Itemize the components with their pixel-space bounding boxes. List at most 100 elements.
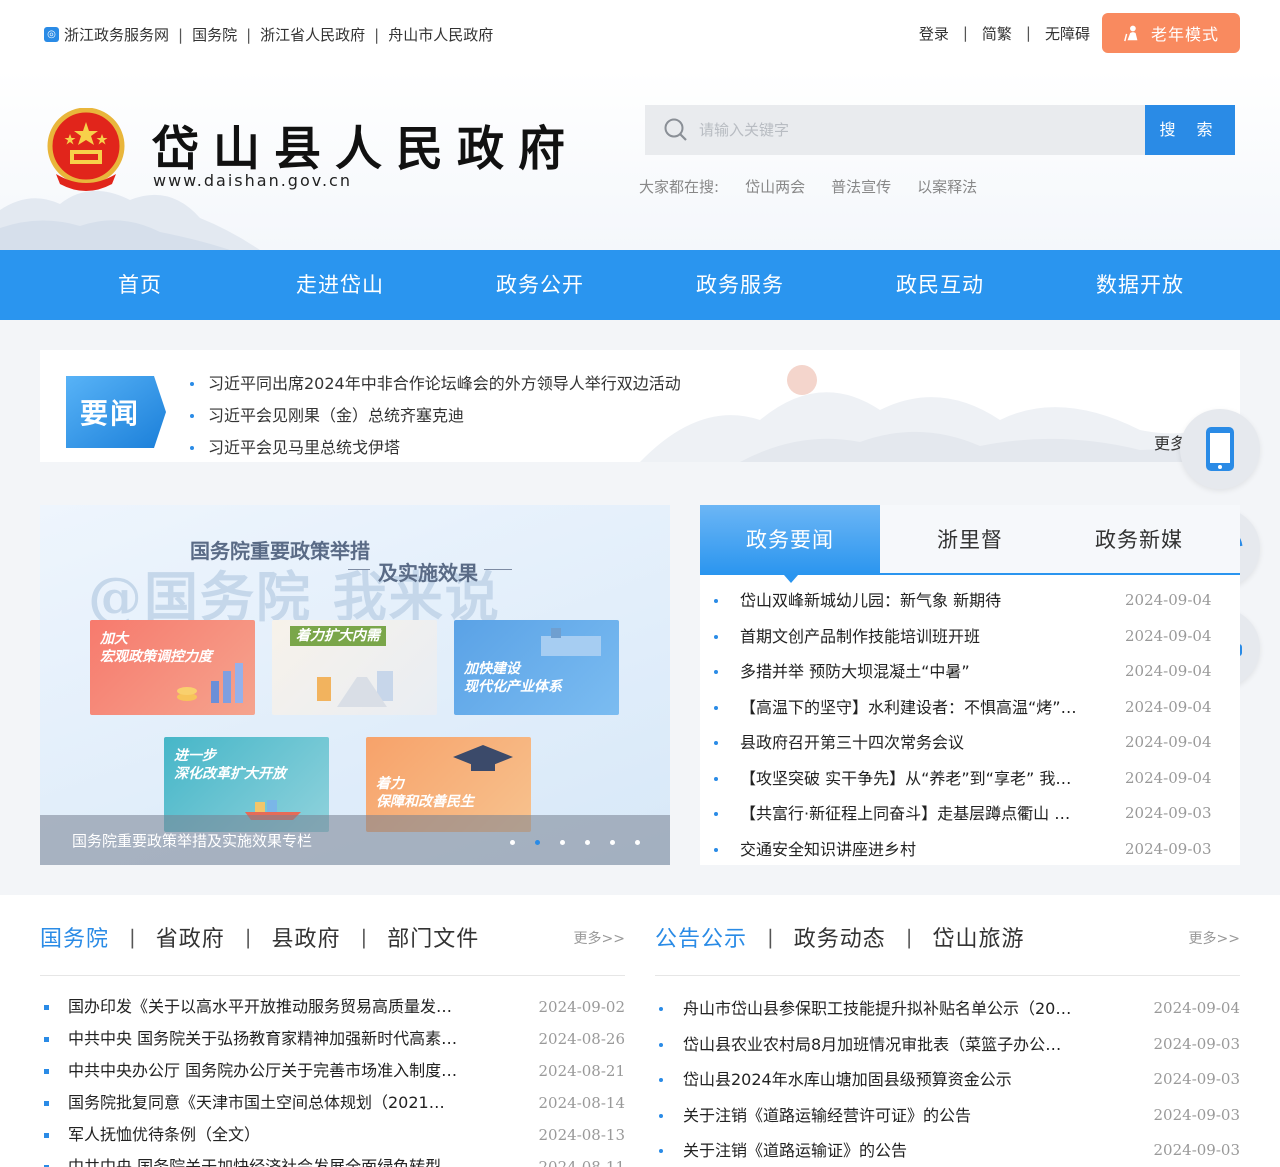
list-item-title[interactable]: 关于注销《道路运输经营许可证》的公告 <box>683 1098 1073 1134</box>
list-item-date: 2024-08-26 <box>538 1030 625 1048</box>
nav-item-interaction[interactable]: 政民互动 <box>840 250 1040 320</box>
divider: | <box>178 25 184 44</box>
list-item-title[interactable]: 【攻坚突破 实干争先】从“养老”到“享老” 我县打造幸福养老新样板 <box>740 761 1080 797</box>
list-item-title[interactable]: 多措并举 预防大坝混凝土“中暑” <box>740 654 1080 690</box>
carousel-dot[interactable] <box>535 840 540 845</box>
poster-card-caption: 着力扩大内需 <box>290 626 386 646</box>
tab-dept-docs[interactable]: 部门文件 <box>387 921 479 953</box>
list-item[interactable]: 军人抚恤优待条例（全文） 2024-08-13 <box>40 1119 625 1151</box>
list-item-title[interactable]: 岱山县2024年水库山塘加固县级预算资金公示 <box>683 1062 1073 1098</box>
top-link-zj[interactable]: 浙江省人民政府 <box>260 24 365 45</box>
search-input[interactable] <box>699 121 1119 139</box>
list-item-title[interactable]: 军人抚恤优待条例（全文） <box>68 1119 458 1151</box>
tab-notices[interactable]: 公告公示 <box>655 921 747 953</box>
list-item-title[interactable]: 关于注销《道路运输证》的公告 <box>683 1133 1073 1167</box>
list-item[interactable]: 多措并举 预防大坝混凝土“中暑” 2024-09-04 <box>714 654 1214 690</box>
divider: | <box>767 925 774 949</box>
zwfw-icon: ◎ <box>44 27 59 42</box>
list-item[interactable]: 中共中央 国务院关于加快经济社会发展全面绿色转型的意见 2024-08-11 <box>40 1151 625 1167</box>
tab-zheli-du[interactable]: 浙里督 <box>937 505 1003 575</box>
tab-province-gov[interactable]: 省政府 <box>156 921 225 953</box>
carousel-dot[interactable] <box>510 840 515 845</box>
tab-gov-dynamics[interactable]: 政务动态 <box>794 921 886 953</box>
mobile-app-button[interactable] <box>1180 409 1260 489</box>
list-item-date: 2024-09-03 <box>1153 1070 1240 1088</box>
list-item-title[interactable]: 【高温下的坚守】水利建设者：不惧高温“烤”验 守护工程质量 <box>740 690 1080 726</box>
list-item[interactable]: 中共中央 国务院关于弘扬教育家精神加强新时代高素质专业化教师队伍建设的意见 202… <box>40 1023 625 1055</box>
list-item[interactable]: 岱山县农业农村局8月加班情况审批表（菜篮子办公室） 2024-09-03 <box>655 1027 1240 1063</box>
nav-item-open-data[interactable]: 数据开放 <box>1040 250 1240 320</box>
headline-item[interactable]: 习近平同出席2024年中非合作论坛峰会的外方领导人举行双边活动 <box>190 368 681 400</box>
carousel-dot[interactable] <box>585 840 590 845</box>
list-item-title[interactable]: 国办印发《关于以高水平开放推动服务贸易高质量发展的意见》 <box>68 991 458 1023</box>
list-item-title[interactable]: 岱山双峰新城幼儿园：新气象 新期待 <box>740 583 1080 619</box>
list-item[interactable]: 交通安全知识讲座进乡村 2024-09-03 <box>714 832 1214 866</box>
divider: | <box>246 25 252 44</box>
nav-item-home[interactable]: 首页 <box>40 250 240 320</box>
image-carousel[interactable]: @国务院 我来说 国务院重要政策举措 及实施效果 加大 宏观政策调控力度 着力扩… <box>40 505 670 865</box>
site-title: 岱山县人民政府 <box>152 122 579 177</box>
headline-item[interactable]: 习近平会见刚果（金）总统齐塞克迪 <box>190 400 681 432</box>
top-link-zs[interactable]: 舟山市人民政府 <box>388 24 493 45</box>
list-item[interactable]: 【共富行·新征程上同奋斗】走基层蹲点衢山 看海岛新变化 2024-09-03 <box>714 796 1214 832</box>
national-emblem-icon[interactable] <box>46 108 126 192</box>
list-item[interactable]: 首期文创产品制作技能培训班开班 2024-09-04 <box>714 619 1214 655</box>
nav-item-gov-service[interactable]: 政务服务 <box>640 250 840 320</box>
yaowen-label: 要闻 <box>80 397 141 430</box>
list-item[interactable]: 国办印发《关于以高水平开放推动服务贸易高质量发展的意见》 2024-09-02 <box>40 991 625 1023</box>
list-item-date: 2024-08-14 <box>538 1094 625 1112</box>
list-item-title[interactable]: 国务院批复同意《天津市国土空间总体规划（2021—2035年）》 <box>68 1087 458 1119</box>
carousel-dot[interactable] <box>610 840 615 845</box>
carousel-dot[interactable] <box>560 840 565 845</box>
list-item[interactable]: 关于注销《道路运输经营许可证》的公告 2024-09-03 <box>655 1098 1240 1134</box>
login-link[interactable]: 登录 <box>919 23 949 44</box>
list-item[interactable]: 岱山双峰新城幼儿园：新气象 新期待 2024-09-04 <box>714 583 1214 619</box>
list-item-title[interactable]: 县政府召开第三十四次常务会议 <box>740 725 1080 761</box>
list-item[interactable]: 岱山县2024年水库山塘加固县级预算资金公示 2024-09-03 <box>655 1062 1240 1098</box>
top-link-zwfw[interactable]: 浙江政务服务网 <box>64 24 169 45</box>
divider: | <box>129 925 136 949</box>
carousel-dot[interactable] <box>635 840 640 845</box>
gov-news-panel: 政务要闻 浙里督 政务新媒 岱山双峰新城幼儿园：新气象 新期待 2024-09-0… <box>700 505 1240 865</box>
accessibility-link[interactable]: 无障碍 <box>1045 23 1090 44</box>
elder-mode-button[interactable]: 老年模式 <box>1102 13 1240 53</box>
list-item-date: 2024-09-04 <box>1125 697 1212 716</box>
list-item[interactable]: 舟山市岱山县参保职工技能提升拟补贴名单公示（2024年第八批） 2024-09-0… <box>655 991 1240 1027</box>
tab-state-council[interactable]: 国务院 <box>40 921 109 953</box>
hot-keyword[interactable]: 普法宣传 <box>831 176 891 197</box>
list-item-title[interactable]: 【共富行·新征程上同奋斗】走基层蹲点衢山 看海岛新变化 <box>740 796 1080 832</box>
tab-gov-news[interactable]: 政务要闻 <box>700 505 880 583</box>
list-item-title[interactable]: 交通安全知识讲座进乡村 <box>740 832 1080 866</box>
notice-more-link[interactable]: 更多>> <box>1189 928 1240 948</box>
policy-list: 国办印发《关于以高水平开放推动服务贸易高质量发展的意见》 2024-09-02 中共… <box>40 991 625 1167</box>
divider: | <box>1025 24 1031 42</box>
tab-new-media[interactable]: 政务新媒 <box>1095 505 1183 575</box>
list-item[interactable]: 国务院批复同意《天津市国土空间总体规划（2021—2035年）》 2024-08-… <box>40 1087 625 1119</box>
list-item[interactable]: 【高温下的坚守】水利建设者：不惧高温“烤”验 守护工程质量 2024-09-04 <box>714 690 1214 726</box>
top-link-gwy[interactable]: 国务院 <box>192 24 237 45</box>
list-item-title[interactable]: 中共中央 国务院关于弘扬教育家精神加强新时代高素质专业化教师队伍建设的意见 <box>68 1023 458 1055</box>
carousel-caption[interactable]: 国务院重要政策举措及实施效果专栏 <box>72 830 312 851</box>
list-item[interactable]: 县政府召开第三十四次常务会议 2024-09-04 <box>714 725 1214 761</box>
headline-item[interactable]: 习近平会见马里总统戈伊塔 <box>190 432 681 462</box>
nav-item-about[interactable]: 走进岱山 <box>240 250 440 320</box>
hot-keyword[interactable]: 以案释法 <box>917 176 977 197</box>
list-item-title[interactable]: 岱山县农业农村局8月加班情况审批表（菜篮子办公室） <box>683 1027 1073 1063</box>
list-item-title[interactable]: 首期文创产品制作技能培训班开班 <box>740 619 1080 655</box>
hot-keyword[interactable]: 岱山两会 <box>745 176 805 197</box>
list-item[interactable]: 中共中央办公厅 国务院办公厅关于完善市场准入制度的意见 2024-08-21 <box>40 1055 625 1087</box>
policy-tabs: 国务院 | 省政府 | 县政府 | 部门文件 <box>40 921 479 953</box>
policy-more-link[interactable]: 更多>> <box>574 928 625 948</box>
list-item-title[interactable]: 舟山市岱山县参保职工技能提升拟补贴名单公示（2024年第八批） <box>683 991 1073 1027</box>
tab-tourism[interactable]: 岱山旅游 <box>933 921 1025 953</box>
traditional-toggle[interactable]: 简繁 <box>982 23 1012 44</box>
list-item[interactable]: 【攻坚突破 实干争先】从“养老”到“享老” 我县打造幸福养老新样板 2024-09… <box>714 761 1214 797</box>
list-item-title[interactable]: 中共中央 国务院关于加快经济社会发展全面绿色转型的意见 <box>68 1151 458 1167</box>
yaowen-badge: 要闻 <box>66 376 166 448</box>
list-item[interactable]: 关于注销《道路运输证》的公告 2024-09-03 <box>655 1133 1240 1167</box>
nav-item-gov-open[interactable]: 政务公开 <box>440 250 640 320</box>
list-item-date: 2024-09-03 <box>1125 804 1212 822</box>
list-item-title[interactable]: 中共中央办公厅 国务院办公厅关于完善市场准入制度的意见 <box>68 1055 458 1087</box>
search-button[interactable]: 搜 索 <box>1145 105 1235 155</box>
tab-county-gov[interactable]: 县政府 <box>272 921 341 953</box>
